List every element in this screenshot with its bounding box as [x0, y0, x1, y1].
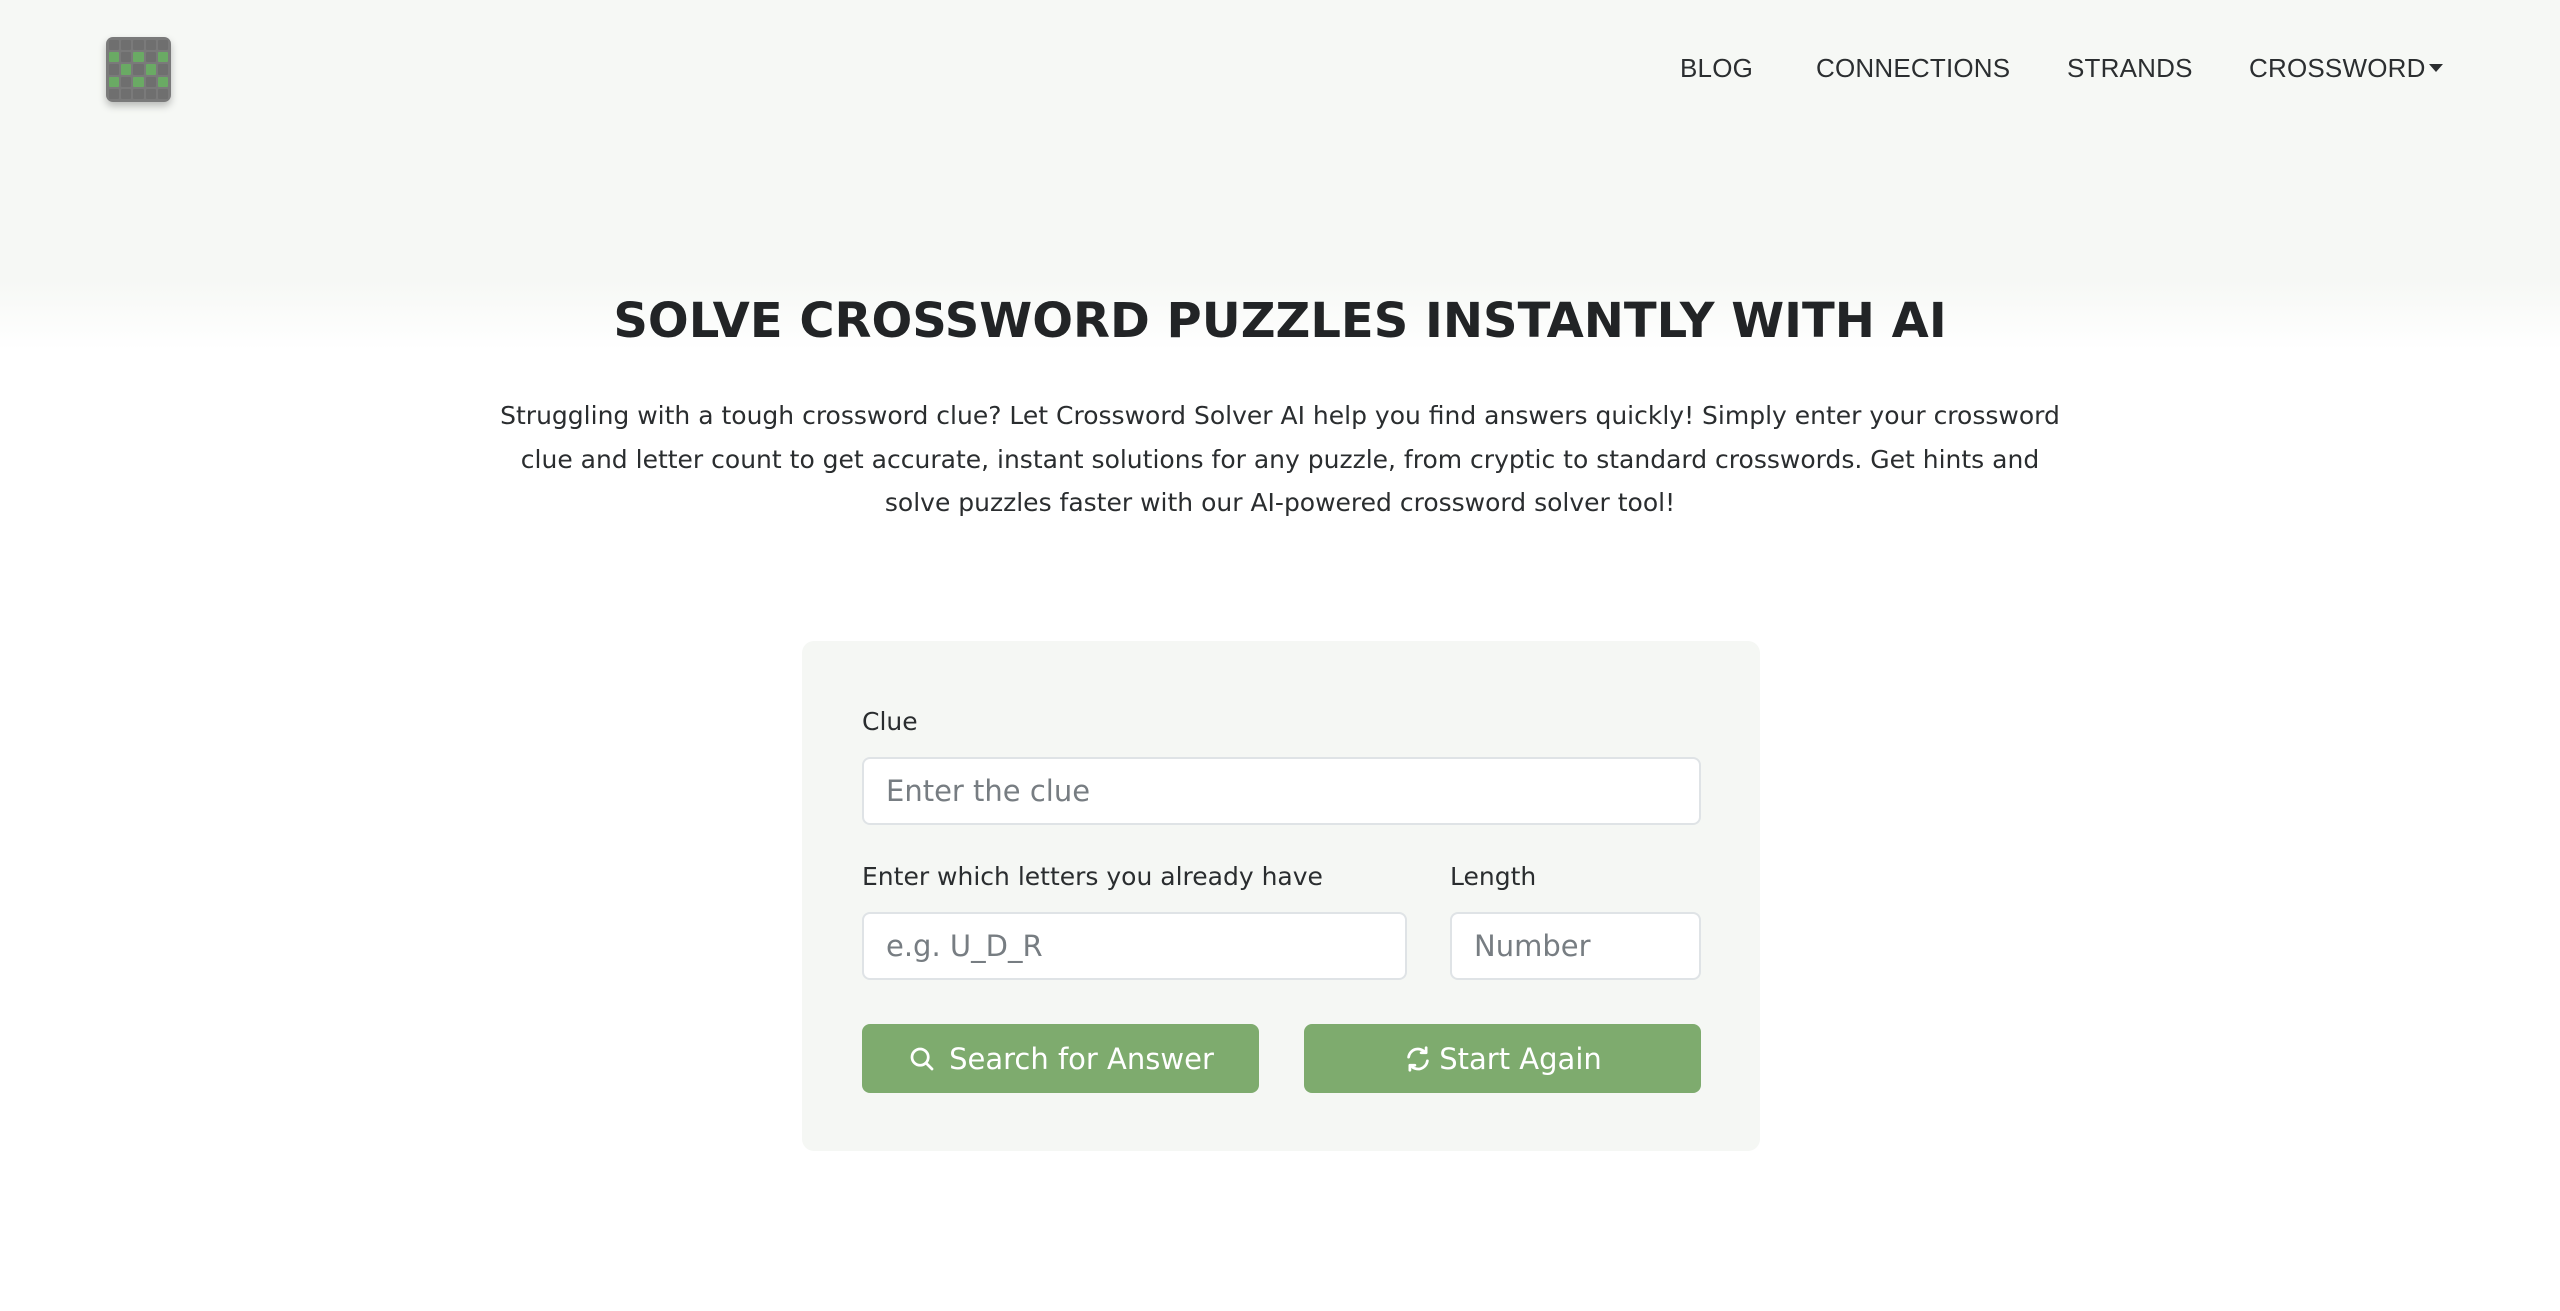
caret-down-icon [2428, 64, 2443, 73]
start-again-button-label: Start Again [1439, 1041, 1602, 1076]
nav-crossword-label: CROSSWORD [2249, 53, 2426, 83]
clue-input[interactable] [862, 757, 1701, 825]
letters-label: Enter which letters you already have [862, 862, 1323, 891]
start-again-button[interactable]: Start Again [1304, 1024, 1701, 1093]
nav-crossword-dropdown[interactable]: CROSSWORD [2249, 50, 2443, 86]
length-input[interactable] [1450, 912, 1701, 980]
search-button-label: Search for Answer [949, 1041, 1214, 1076]
length-label: Length [1450, 862, 1537, 891]
page: BLOG CONNECTIONS STRANDS CROSSWORD SOLVE… [0, 0, 2560, 1311]
hero-description: Struggling with a tough crossword clue? … [500, 401, 2060, 517]
solver-form-card: Clue Enter which letters you already hav… [802, 641, 1760, 1151]
known-letters-input[interactable] [862, 912, 1407, 980]
search-button[interactable]: Search for Answer [862, 1024, 1259, 1093]
main-nav: BLOG CONNECTIONS STRANDS CROSSWORD [0, 50, 2560, 90]
nav-blog-link[interactable]: BLOG [1680, 50, 1753, 86]
page-title: SOLVE CROSSWORD PUZZLES INSTANTLY WITH A… [613, 293, 1947, 349]
nav-strands-link[interactable]: STRANDS [2067, 50, 2193, 86]
nav-connections-link[interactable]: CONNECTIONS [1816, 50, 2010, 86]
search-icon [907, 1044, 937, 1074]
refresh-icon [1403, 1044, 1433, 1074]
clue-label: Clue [862, 707, 918, 736]
